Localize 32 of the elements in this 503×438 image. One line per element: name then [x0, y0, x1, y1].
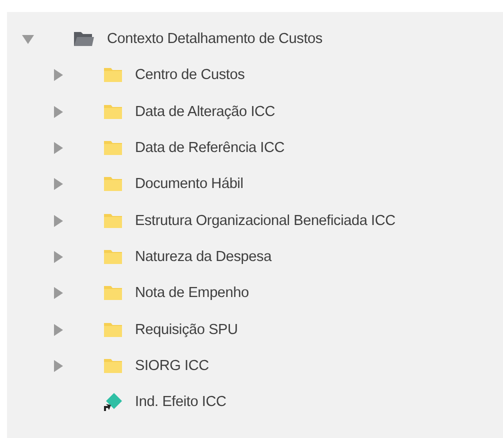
tree-item-label[interactable]: Data de Referência ICC — [135, 140, 285, 156]
folder-icon — [103, 176, 123, 192]
folder-icon — [103, 248, 123, 265]
measure-icon — [103, 392, 123, 412]
tree-item-label[interactable]: Nota de Empenho — [135, 285, 249, 302]
folder-icon — [103, 322, 123, 338]
expand-arrow-icon[interactable] — [51, 322, 65, 337]
tree-item-label[interactable]: Natureza da Despesa — [135, 248, 272, 265]
folder-icon — [103, 358, 123, 374]
tree-item-label[interactable]: Requisição SPU — [135, 322, 238, 338]
expand-arrow-icon[interactable] — [51, 250, 65, 264]
folder-icon — [103, 67, 123, 84]
folder-icon — [103, 285, 123, 302]
expand-arrow-icon[interactable] — [51, 358, 65, 373]
tree-item-label[interactable]: Documento Hábil — [135, 176, 244, 192]
folder-icon — [103, 140, 123, 156]
folder-icon — [103, 212, 123, 229]
expand-arrow-icon[interactable] — [51, 286, 65, 300]
tree-item-label[interactable]: Ind. Efeito ICC — [135, 394, 226, 410]
tree-item-label[interactable]: Centro de Custos — [135, 67, 245, 84]
expand-arrow-icon[interactable] — [51, 141, 65, 156]
expand-arrow-icon[interactable] — [51, 104, 65, 119]
tree-item-label[interactable]: SIORG ICC — [135, 358, 209, 374]
folder-icon — [73, 31, 95, 48]
tree-item-label[interactable]: Contexto Detalhamento de Custos — [107, 31, 322, 48]
collapse-arrow-icon[interactable] — [21, 32, 35, 46]
expand-arrow-icon[interactable] — [51, 214, 65, 228]
folder-icon — [103, 104, 123, 120]
expand-arrow-icon[interactable] — [51, 68, 65, 82]
tree-item-label[interactable]: Estrutura Organizacional Beneficiada ICC — [135, 212, 396, 229]
expand-arrow-icon[interactable] — [51, 177, 65, 192]
tree-item-label[interactable]: Data de Alteração ICC — [135, 104, 276, 120]
